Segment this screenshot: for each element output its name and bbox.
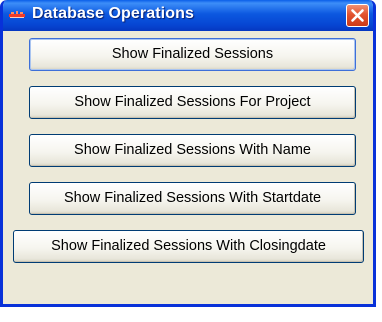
show-finalized-sessions-with-startdate-button[interactable]: Show Finalized Sessions With Startdate <box>29 182 356 215</box>
close-button[interactable] <box>346 4 369 27</box>
show-finalized-sessions-for-project-button[interactable]: Show Finalized Sessions For Project <box>29 86 356 119</box>
show-finalized-sessions-with-closingdate-button[interactable]: Show Finalized Sessions With Closingdate <box>13 230 364 263</box>
show-finalized-sessions-with-name-button[interactable]: Show Finalized Sessions With Name <box>29 134 356 167</box>
show-finalized-sessions-button[interactable]: Show Finalized Sessions <box>29 38 356 71</box>
title-bar[interactable]: Database Operations <box>3 0 373 31</box>
window-title: Database Operations <box>32 5 194 22</box>
database-operations-window: Database Operations Show Finalized Sessi… <box>0 0 376 307</box>
button-panel: Show Finalized Sessions Show Finalized S… <box>3 31 373 304</box>
close-icon <box>351 9 364 22</box>
java-cup-icon <box>9 11 25 18</box>
